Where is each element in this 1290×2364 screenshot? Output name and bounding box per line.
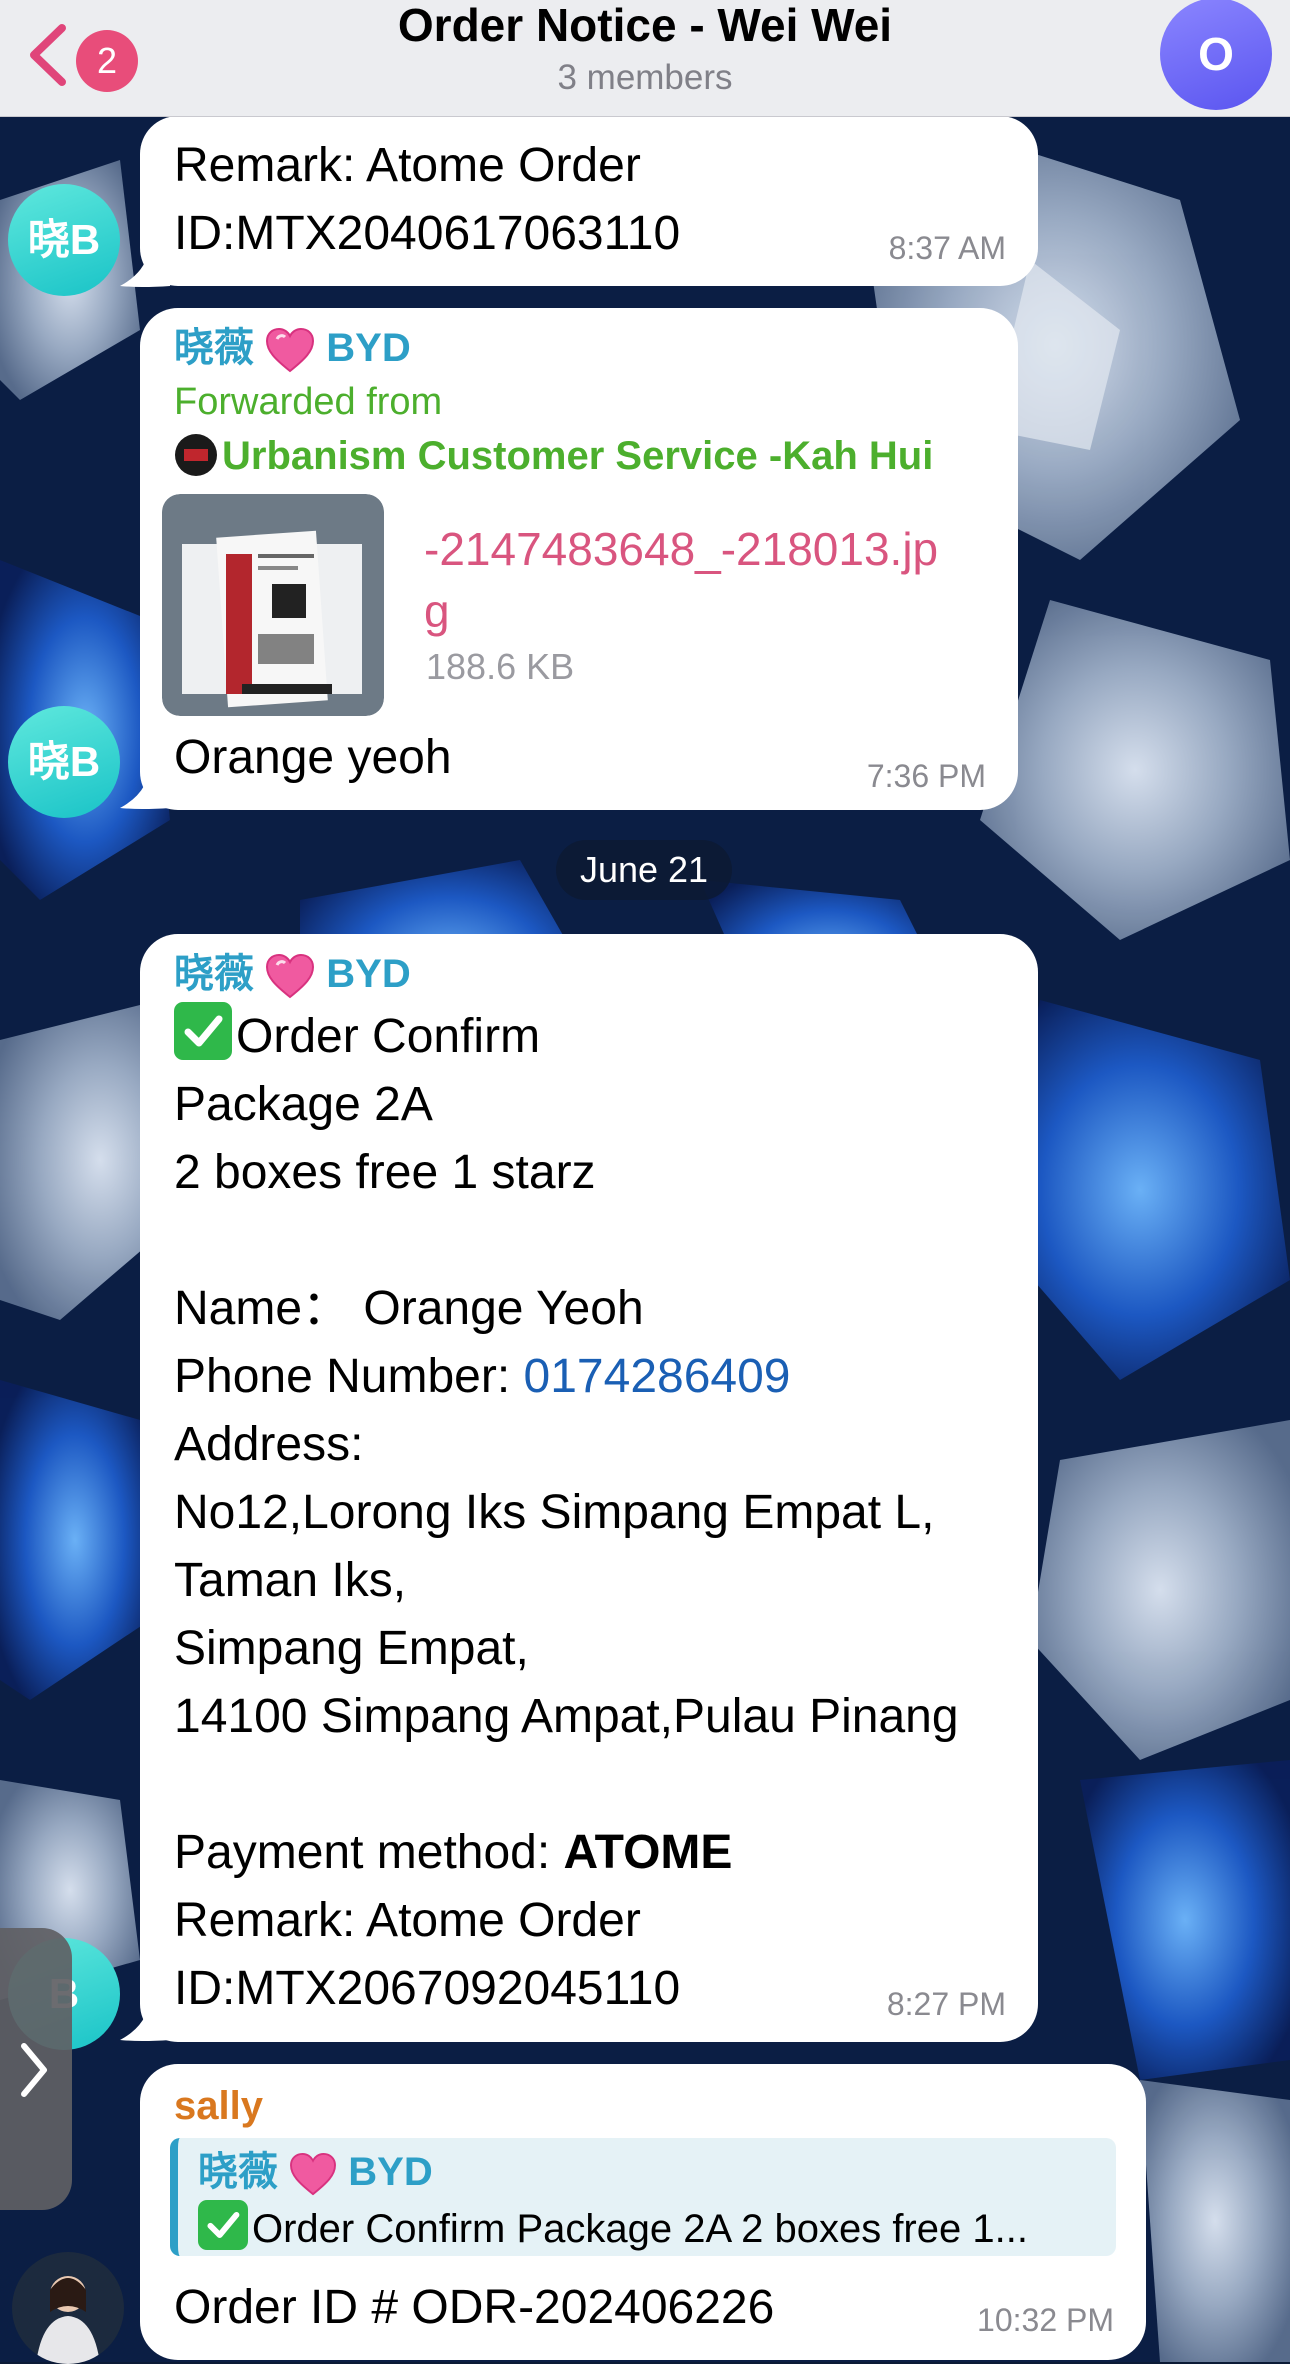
member-count: 3 members [557, 58, 733, 97]
message-text: Order ID # ODR-202406226 [174, 2281, 775, 2334]
sender-avatar[interactable]: 晓B [8, 184, 120, 296]
message-line: Name： Orange Yeoh [174, 1282, 644, 1335]
sender-avatar-photo[interactable] [12, 2252, 124, 2364]
sender-avatar[interactable]: 晓B [8, 706, 120, 818]
message-line: 14100 Simpang Ampat,Pulau Pinang [174, 1690, 959, 1743]
channel-logo-icon [175, 434, 217, 476]
message-time: 8:37 AM [888, 230, 1006, 266]
message-time: 8:27 PM [886, 1986, 1006, 2022]
message-line: Order Confirm [174, 1002, 1004, 1071]
message-line: Package 2A [174, 1078, 433, 1131]
message-line: Remark: Atome Order [174, 1894, 641, 1947]
date-separator: June 21 [556, 840, 732, 900]
message-text: Remark: Atome Order [174, 139, 641, 192]
message-time: 10:32 PM [977, 2302, 1114, 2338]
message-line: Address: [174, 1418, 364, 1471]
heart-icon [266, 954, 315, 999]
image-thumbnail[interactable] [162, 494, 384, 716]
reply-sender: 晓薇 BYD [198, 2144, 1116, 2200]
side-panel-handle[interactable] [0, 1928, 72, 2210]
message-line: ID:MTX2067092045110 [174, 1962, 681, 2015]
forwarded-source[interactable]: Urbanism Customer Service -Kah Hui [174, 428, 984, 484]
sender-name[interactable]: 晓薇 BYD [174, 946, 1004, 1002]
chevron-right-icon [21, 2043, 47, 2097]
message-text: ID:MTX2040617063110 [174, 207, 681, 260]
check-mark-icon [174, 1002, 232, 1060]
reply-text: Order Confirm Package 2A 2 boxes free 1.… [198, 2200, 1116, 2255]
chat-title[interactable]: Order Notice - Wei Wei [0, 0, 1290, 52]
message-bubble[interactable]: 晓薇 BYD Forwarded from Urbanism Customer … [140, 308, 1018, 810]
message-text: Orange yeoh [174, 731, 452, 784]
group-avatar[interactable]: O [1160, 0, 1272, 110]
chat-header: 2 Order Notice - Wei Wei 3 members O [0, 0, 1290, 117]
reply-preview[interactable]: 晓薇 BYD Order Confirm Package 2A 2 boxes … [170, 2138, 1116, 2256]
file-attachment[interactable]: -2147483648_-218013.jp g 188.6 KB [162, 494, 992, 716]
message-line: No12,Lorong Iks Simpang Empat L, [174, 1486, 935, 1539]
message-bubble[interactable]: sally 晓薇 BYD Order Confirm Package 2A 2 … [140, 2064, 1146, 2360]
message-line: Taman Iks, [174, 1554, 407, 1607]
sender-name[interactable]: 晓薇 BYD [174, 320, 984, 376]
message-bubble[interactable]: Remark: Atome Order ID:MTX2040617063110 … [140, 116, 1038, 286]
message-line: 2 boxes free 1 starz [174, 1146, 596, 1199]
file-name[interactable]: -2147483648_-218013.jp g [424, 518, 938, 642]
file-size: 188.6 KB [426, 646, 575, 687]
message-line: Phone Number: 0174286409 [174, 1350, 791, 1403]
message-bubble[interactable]: 晓薇 BYD Order Confirm Package 2A 2 boxes … [140, 934, 1038, 2042]
check-mark-icon [198, 2200, 248, 2250]
forwarded-label: Forwarded from [174, 381, 443, 423]
heart-icon [266, 328, 315, 373]
phone-number-link[interactable]: 0174286409 [524, 1350, 791, 1403]
message-line: Simpang Empat, [174, 1622, 529, 1675]
message-time: 7:36 PM [866, 758, 986, 794]
sender-name[interactable]: sally [174, 2078, 1112, 2134]
message-line: Payment method: ATOME [174, 1826, 733, 1879]
heart-icon [290, 2153, 337, 2196]
